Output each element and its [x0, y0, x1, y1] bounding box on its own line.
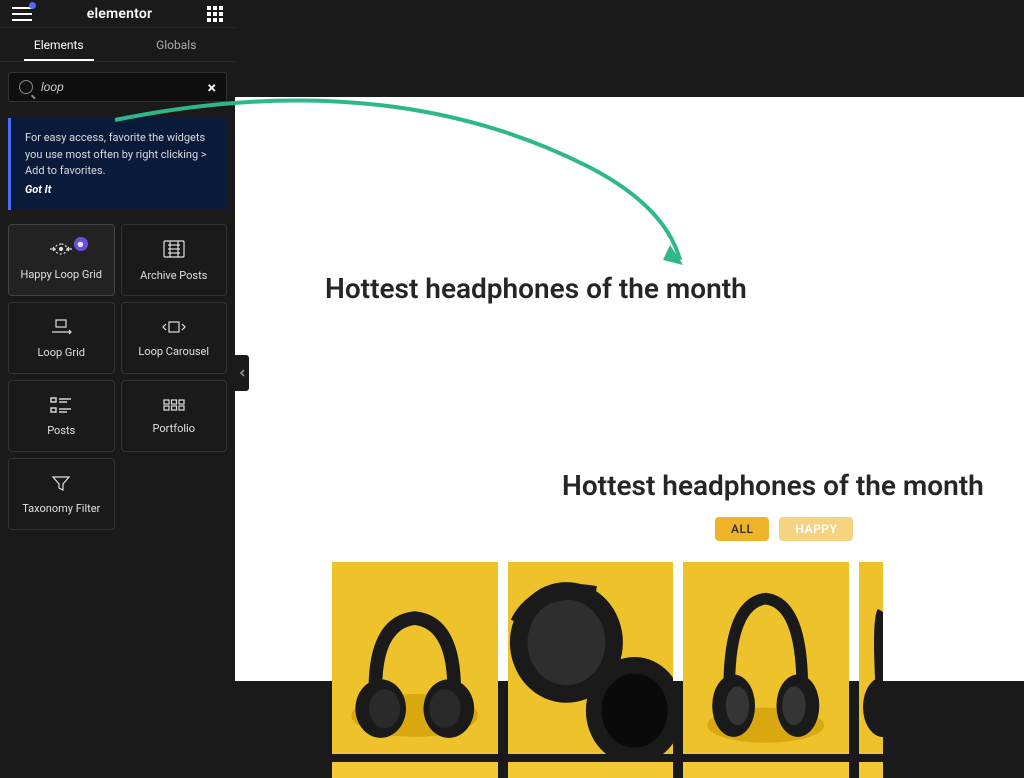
search-wrap: × [0, 62, 235, 110]
loop-item[interactable] [859, 762, 883, 778]
loop-item[interactable] [332, 762, 498, 778]
loop-filter-tabs: ALL HAPPY [715, 517, 853, 541]
loop-item[interactable] [508, 762, 674, 778]
headphone-image [508, 562, 674, 754]
headphone-image [859, 562, 883, 754]
widget-label: Loop Grid [38, 346, 85, 359]
posts-icon [49, 396, 73, 414]
widget-label: Happy Loop Grid [20, 268, 102, 281]
widget-loop-grid[interactable]: Loop Grid [8, 302, 115, 374]
notice-text: For easy access, favorite the widgets yo… [25, 131, 207, 177]
search-box: × [8, 72, 227, 102]
loop-item[interactable] [859, 562, 883, 754]
editor-canvas: Hottest headphones of the month Hottest … [235, 0, 1024, 681]
archive-posts-icon [162, 239, 186, 259]
headphone-image [332, 562, 498, 754]
widget-loop-carousel[interactable]: Loop Carousel [121, 302, 228, 374]
sidebar-header: elementor [0, 0, 235, 28]
brand-logo: elementor [87, 6, 153, 22]
panel-tabs: Elements Globals [0, 28, 235, 62]
notice-dismiss-link[interactable]: Got It [25, 182, 213, 199]
apps-grid-icon[interactable] [207, 6, 223, 22]
portfolio-icon [162, 398, 186, 412]
widget-label: Loop Carousel [138, 345, 209, 358]
chevron-left-icon [239, 368, 246, 378]
search-icon [19, 80, 33, 94]
loop-item[interactable] [332, 562, 498, 754]
loop-grid [332, 562, 1024, 754]
loop-item[interactable] [508, 562, 674, 754]
panel-collapse-toggle[interactable] [235, 355, 249, 391]
widget-label: Portfolio [153, 422, 195, 435]
filter-tab-happy[interactable]: HAPPY [779, 517, 853, 541]
filter-tab-all[interactable]: ALL [715, 517, 769, 541]
tab-globals[interactable]: Globals [118, 28, 236, 61]
happy-badge-icon [74, 237, 88, 251]
search-input[interactable] [41, 80, 208, 94]
editor-sidebar: elementor Elements Globals × For easy ac… [0, 0, 235, 681]
hamburger-menu-icon[interactable] [12, 7, 32, 21]
loop-grid-icon [48, 318, 74, 336]
loop-carousel-icon [161, 319, 187, 335]
widget-grid: Happy Loop Grid Archive Posts Loop Grid … [0, 218, 235, 536]
notification-dot [29, 2, 36, 9]
widget-label: Posts [47, 424, 75, 437]
widget-label: Taxonomy Filter [22, 502, 100, 515]
loop-grid-row-2 [332, 762, 1024, 778]
section-heading[interactable]: Hottest headphones of the month [325, 272, 747, 305]
clear-search-icon[interactable]: × [208, 78, 217, 97]
widget-happy-loop-grid[interactable]: Happy Loop Grid [8, 224, 115, 296]
taxonomy-filter-icon [51, 474, 71, 492]
page-content[interactable]: Hottest headphones of the month Hottest … [235, 97, 1024, 681]
loop-item[interactable] [683, 562, 849, 754]
widget-taxonomy-filter[interactable]: Taxonomy Filter [8, 458, 115, 530]
headphone-image [683, 562, 849, 754]
widget-archive-posts[interactable]: Archive Posts [121, 224, 228, 296]
section-heading-2[interactable]: Hottest headphones of the month [562, 469, 984, 502]
happy-loop-grid-icon [48, 240, 74, 258]
widget-label: Archive Posts [140, 269, 207, 282]
widget-posts[interactable]: Posts [8, 380, 115, 452]
loop-item[interactable] [683, 762, 849, 778]
widget-portfolio[interactable]: Portfolio [121, 380, 228, 452]
favorites-notice: For easy access, favorite the widgets yo… [8, 118, 227, 210]
tab-elements[interactable]: Elements [0, 28, 118, 61]
